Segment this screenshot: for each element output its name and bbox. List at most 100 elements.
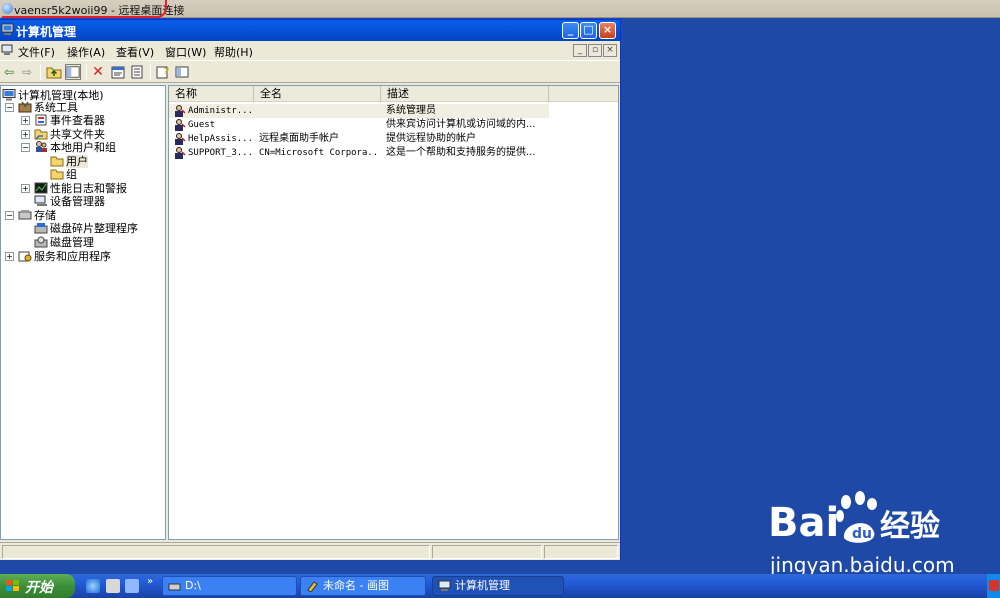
expander-storage[interactable]: −: [5, 211, 14, 220]
tree-item-label: 服务和应用程序: [34, 250, 111, 263]
menu-window[interactable]: 窗口(W): [165, 44, 206, 60]
cell-name: HelpAssis...: [188, 134, 252, 144]
quicklaunch-more-icon[interactable]: »: [147, 576, 153, 587]
drive-icon: [168, 583, 181, 591]
task-label: 未命名 - 画图: [323, 579, 389, 592]
tree-item-label: 磁盘碎片整理程序: [50, 222, 138, 235]
paint-icon: [307, 581, 318, 592]
computer-icon: [2, 89, 16, 101]
user-icon: [175, 119, 186, 131]
menu-help[interactable]: 帮助(H): [214, 44, 253, 60]
cell-name: SUPPORT_3...: [188, 148, 252, 158]
tree-item-label: 事件查看器: [50, 114, 105, 127]
status-bar: [0, 542, 620, 560]
child-close-button[interactable]: ×: [603, 44, 617, 57]
tree-item-disk-management[interactable]: 磁盘管理: [34, 236, 94, 249]
task-paint[interactable]: 未命名 - 画图: [300, 576, 426, 596]
menu-action[interactable]: 操作(A): [67, 44, 105, 60]
tree-item-services-apps[interactable]: 服务和应用程序: [18, 250, 111, 263]
show-tree-icon[interactable]: [65, 64, 81, 80]
help-icon[interactable]: ?: [155, 64, 171, 80]
tray-icon[interactable]: [989, 580, 999, 591]
export-list-icon[interactable]: [129, 64, 145, 80]
delete-icon[interactable]: ✕: [90, 64, 106, 80]
tree-item-label: 磁盘管理: [50, 236, 94, 249]
remote-desktop-titlebar[interactable]: vaensr5k2woii99 - 远程桌面连接: [0, 0, 1000, 18]
console-icon[interactable]: [1, 44, 13, 56]
properties-icon[interactable]: [110, 64, 126, 80]
description-icon[interactable]: [174, 64, 190, 80]
media-icon[interactable]: [125, 579, 139, 593]
tree-item-device-manager[interactable]: 设备管理器: [34, 195, 105, 208]
maximize-button[interactable]: □: [580, 22, 597, 39]
tree-item-label: 系统工具: [34, 101, 78, 114]
red-highlight-mark: [2, 0, 167, 18]
expander-shared-folders[interactable]: +: [21, 130, 30, 139]
cell-fullname: CN=Microsoft Corpora...: [259, 148, 379, 158]
explorer-icon[interactable]: [106, 579, 120, 593]
window-title: 计算机管理: [16, 25, 77, 39]
cell-name: Guest: [188, 120, 216, 130]
taskbar: 开始 » D:\ 未命名 - 画图 计算机管理: [0, 574, 1000, 598]
watermark-brand: Bai: [768, 500, 839, 546]
start-button[interactable]: 开始: [0, 574, 75, 598]
expander-event-viewer[interactable]: +: [21, 116, 30, 125]
table-row[interactable]: SUPPORT_3... CN=Microsoft Corpora... 这是一…: [169, 146, 549, 160]
tree-item-label: 存储: [34, 209, 56, 222]
ie-icon[interactable]: [86, 579, 100, 593]
computer-management-icon: [438, 580, 451, 591]
up-folder-icon[interactable]: [46, 64, 62, 80]
table-row[interactable]: Administr... 系统管理员: [169, 104, 549, 118]
expander-services[interactable]: +: [5, 252, 14, 261]
tree-item-groups[interactable]: 组: [50, 168, 77, 181]
tree-item-performance-logs[interactable]: 性能日志和警报: [34, 182, 127, 195]
menu-file[interactable]: 文件(F): [18, 44, 55, 60]
services-icon: [18, 251, 32, 262]
task-drive-d[interactable]: D:\: [162, 576, 297, 596]
task-computer-management[interactable]: 计算机管理: [432, 576, 564, 596]
cell-fullname: 远程桌面助手帐户: [259, 133, 339, 144]
list-header: 名称 全名 描述: [169, 86, 618, 102]
paw-icon: du: [836, 491, 877, 543]
child-restore-button[interactable]: ▫: [588, 44, 602, 57]
tree-item-label: 本地用户和组: [50, 141, 116, 154]
user-icon: [175, 133, 186, 145]
table-row[interactable]: Guest 供来宾访问计算机或访问域的内...: [169, 118, 549, 132]
task-label: D:\: [185, 579, 201, 592]
svg-text:du: du: [852, 526, 872, 542]
minimize-button[interactable]: _: [562, 22, 579, 39]
tree-item-system-tools[interactable]: 系统工具: [18, 101, 78, 114]
menu-bar: 文件(F) 操作(A) 查看(V) 窗口(W) 帮助(H) _ ▫ ×: [0, 41, 620, 61]
users-list: 名称 全名 描述 Administr... 系统管理员 Guest 供来宾访问计…: [168, 85, 619, 540]
folder-open-icon: [50, 156, 64, 167]
cell-description: 供来宾访问计算机或访问域的内...: [386, 119, 536, 130]
column-header-name[interactable]: 名称: [169, 86, 254, 102]
menu-view[interactable]: 查看(V): [116, 44, 154, 60]
tree-item-local-users-groups[interactable]: 本地用户和组: [34, 141, 116, 154]
tree-item-users[interactable]: 用户: [50, 155, 88, 168]
tree-item-shared-folders[interactable]: 共享文件夹: [34, 128, 105, 141]
windows-logo-icon: [6, 580, 19, 591]
disk-management-icon: [34, 236, 48, 248]
tree-item-defragmenter[interactable]: 磁盘碎片整理程序: [34, 222, 138, 235]
computer-management-window: 计算机管理 _ □ × 文件(F) 操作(A) 查看(V) 窗口(W) 帮助(H…: [0, 19, 621, 560]
expander-local-users-groups[interactable]: −: [21, 143, 30, 152]
column-header-description[interactable]: 描述: [381, 86, 549, 102]
close-button[interactable]: ×: [599, 22, 616, 39]
expander-performance[interactable]: +: [21, 184, 30, 193]
back-icon[interactable]: ⇦: [1, 64, 17, 80]
cell-name: Administr...: [188, 106, 252, 116]
window-titlebar[interactable]: 计算机管理 _ □ ×: [0, 20, 620, 41]
computer-management-icon: [1, 23, 14, 35]
column-header-fullname[interactable]: 全名: [254, 86, 381, 102]
folder-icon: [50, 169, 64, 180]
task-label: 计算机管理: [455, 579, 510, 592]
tree-item-event-viewer[interactable]: 事件查看器: [34, 114, 105, 127]
expander-system-tools[interactable]: −: [5, 103, 14, 112]
forward-icon[interactable]: ⇨: [19, 64, 35, 80]
storage-icon: [18, 210, 32, 220]
tree-item-storage[interactable]: 存储: [18, 209, 56, 222]
user-icon: [175, 105, 186, 117]
child-minimize-button[interactable]: _: [573, 44, 587, 57]
table-row[interactable]: HelpAssis... 远程桌面助手帐户 提供远程协助的帐户: [169, 132, 549, 146]
